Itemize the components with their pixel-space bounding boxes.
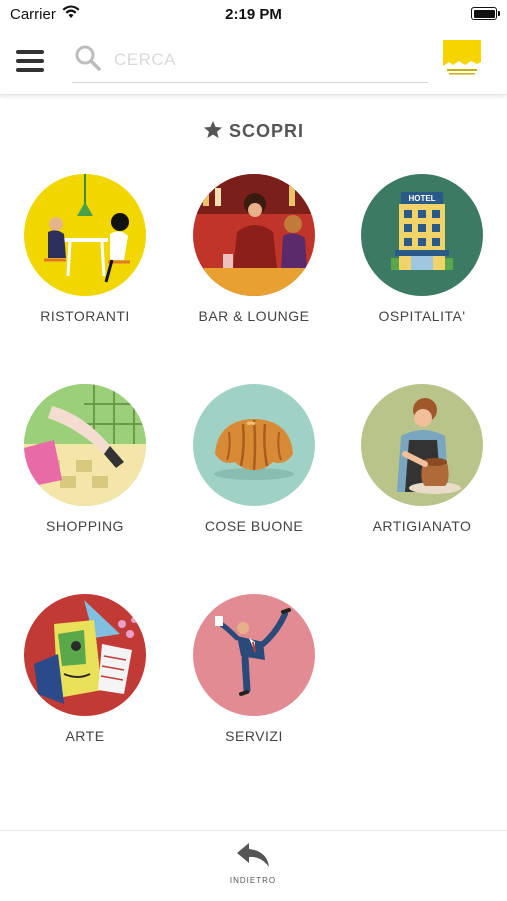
status-bar: Carrier 2:19 PM [0, 0, 507, 28]
category-label: COSE BUONE [204, 518, 304, 534]
hotel-illustration: HOTEL [361, 174, 483, 296]
shopping-illustration [24, 384, 146, 506]
bar-lounge-illustration [193, 174, 315, 296]
clock: 2:19 PM [225, 6, 282, 23]
category-shopping[interactable]: SHOPPING [15, 384, 155, 534]
hamburger-menu-button[interactable] [16, 50, 44, 72]
category-label: SERVIZI [225, 728, 283, 744]
top-bar [0, 28, 507, 95]
search-input[interactable] [112, 44, 416, 76]
category-cose-buone[interactable]: COSE BUONE [184, 384, 324, 534]
search-bar [72, 38, 428, 83]
search-icon [75, 45, 101, 71]
section-title-text: SCOPRI [228, 121, 304, 141]
category-servizi[interactable]: SERVIZI [184, 594, 324, 744]
category-label: RISTORANTI [40, 308, 130, 324]
category-label: BAR & LOUNGE [198, 308, 310, 324]
section-title: SCOPRI [0, 120, 507, 142]
app-logo[interactable] [443, 40, 481, 78]
reply-arrow-icon [237, 843, 269, 867]
back-label: INDIETRO [229, 876, 277, 885]
craftsman-illustration [361, 384, 483, 506]
category-bar-lounge[interactable]: BAR & LOUNGE [184, 174, 324, 324]
croissant-illustration [193, 384, 315, 506]
category-label: OSPITALITA' [378, 308, 466, 324]
battery-icon [471, 7, 500, 20]
svg-text:HOTEL: HOTEL [408, 194, 435, 203]
restaurant-illustration [24, 174, 146, 296]
category-ristoranti[interactable]: RISTORANTI [15, 174, 155, 324]
art-illustration [24, 594, 146, 716]
category-ospitalita[interactable]: HOTEL OSPITALITA' [352, 174, 492, 324]
category-arte[interactable]: ARTE [15, 594, 155, 744]
star-icon [203, 121, 222, 138]
back-button[interactable]: INDIETRO [213, 841, 293, 885]
category-label: SHOPPING [46, 518, 124, 534]
services-illustration [193, 594, 315, 716]
bottom-bar: INDIETRO [0, 830, 507, 901]
category-artigianato[interactable]: ARTIGIANATO [352, 384, 492, 534]
category-label: ARTE [65, 728, 105, 744]
category-label: ARTIGIANATO [372, 518, 472, 534]
